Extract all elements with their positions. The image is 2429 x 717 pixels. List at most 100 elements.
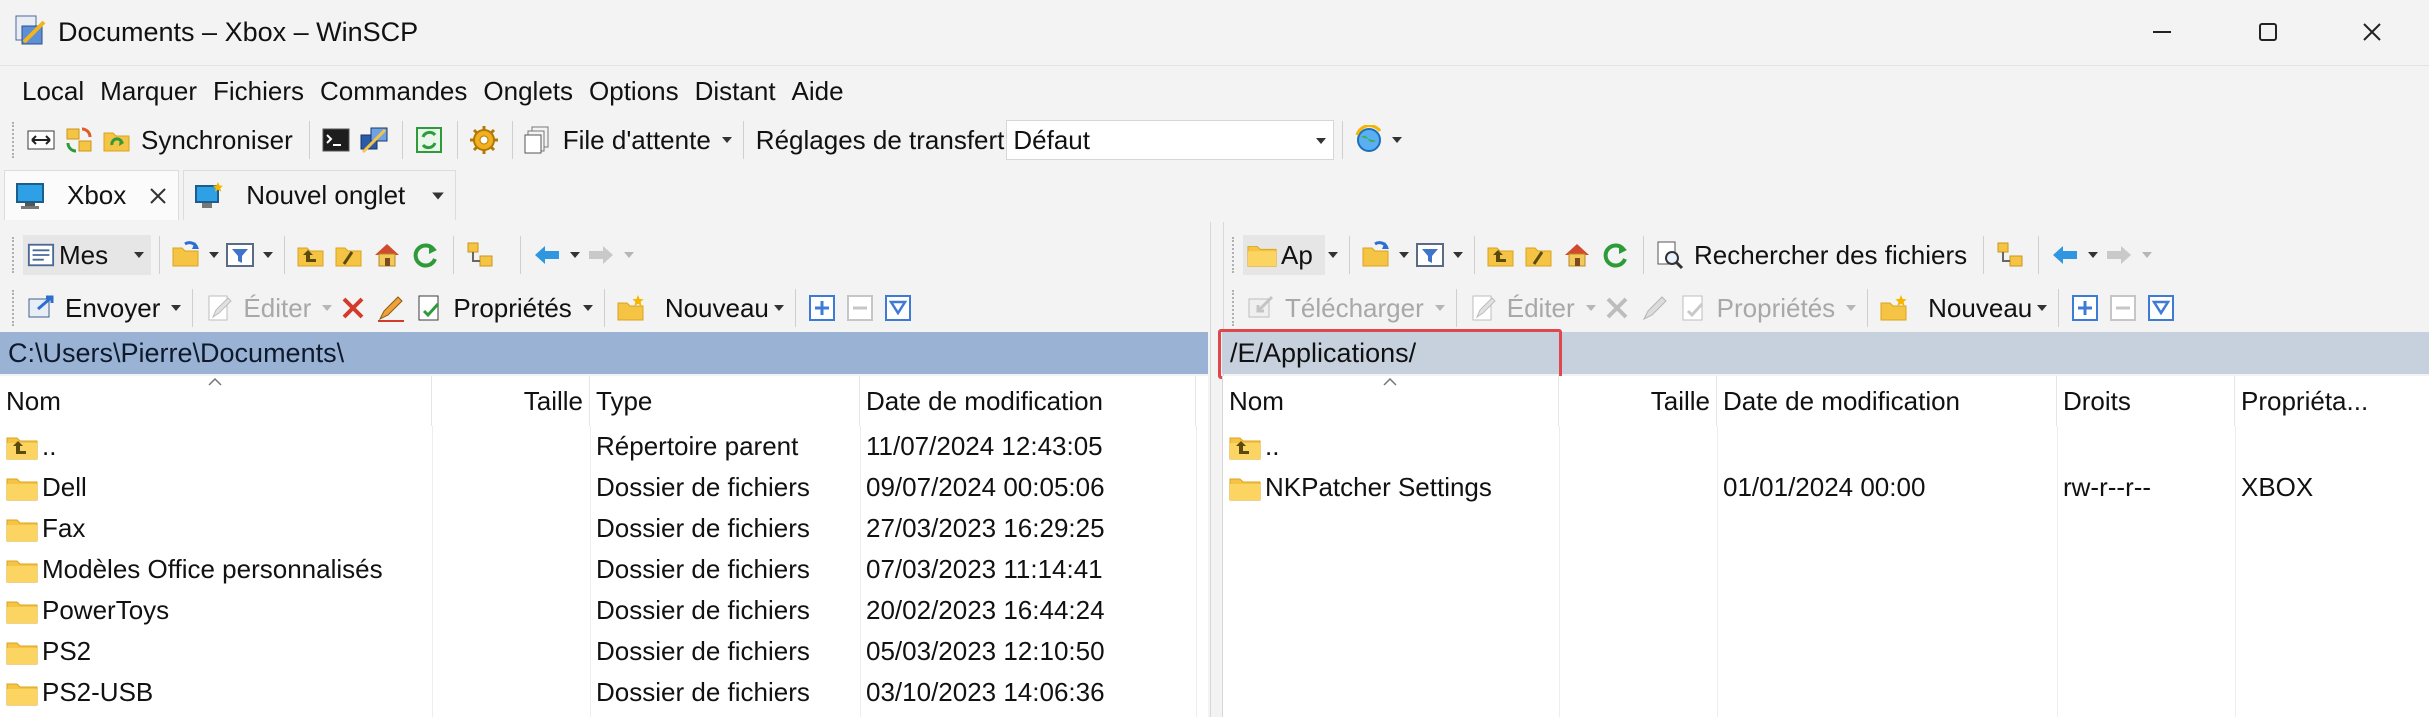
local-new-dropdown[interactable]: [771, 290, 787, 326]
local-refresh-button[interactable]: [407, 237, 443, 273]
local-tree-button[interactable]: [462, 237, 498, 273]
remote-home-button[interactable]: [1559, 237, 1595, 273]
local-select-button[interactable]: [804, 290, 840, 326]
synchronize-browsing-button[interactable]: [61, 122, 97, 158]
remote-location-select[interactable]: Ap: [1243, 235, 1325, 275]
maximize-button[interactable]: [2218, 0, 2318, 64]
local-forward-button[interactable]: [583, 237, 619, 273]
column-size[interactable]: Taille: [1559, 376, 1717, 426]
toolbar-grip[interactable]: [12, 237, 17, 273]
upload-icon-button[interactable]: [23, 290, 59, 326]
upload-button[interactable]: Envoyer: [65, 293, 160, 324]
toolbar-grip[interactable]: [12, 290, 17, 326]
menu-fichiers[interactable]: Fichiers: [205, 70, 312, 112]
compare-directories-button[interactable]: [23, 122, 59, 158]
column-owner[interactable]: Propriéta...: [2235, 376, 2425, 426]
local-location-select[interactable]: Mes: [23, 235, 151, 275]
synchronize-button[interactable]: Synchroniser: [141, 125, 293, 156]
column-modified[interactable]: Date de modification: [860, 376, 1196, 426]
local-open-dropdown[interactable]: [206, 237, 222, 273]
global-options-button[interactable]: [1351, 122, 1387, 158]
remote-file-list[interactable]: Nom Taille Date de modification Droits P…: [1222, 376, 2429, 717]
local-forward-dropdown[interactable]: [621, 237, 637, 273]
column-type[interactable]: Type: [590, 376, 860, 426]
toolbar-grip[interactable]: [1232, 290, 1237, 326]
column-name[interactable]: Nom: [0, 376, 432, 426]
queue-dropdown[interactable]: [719, 122, 735, 158]
remote-location-dropdown[interactable]: [1325, 237, 1341, 273]
local-properties-button[interactable]: Propriétés: [453, 293, 572, 324]
find-files-button[interactable]: Rechercher des fichiers: [1694, 240, 1967, 271]
tab-new[interactable]: Nouvel onglet: [183, 170, 457, 220]
local-file-list[interactable]: Nom Taille Type Date de modification .. R…: [0, 376, 1208, 717]
queue-icon-button[interactable]: [521, 122, 557, 158]
column-name[interactable]: Nom: [1223, 376, 1559, 426]
remote-filter-dropdown[interactable]: [1450, 237, 1466, 273]
remote-tree-button[interactable]: [1992, 237, 2028, 273]
table-row[interactable]: Dell Dossier de fichiers 09/07/2024 00:05:…: [0, 467, 1208, 508]
local-filter-select-button[interactable]: [880, 290, 916, 326]
menu-distant[interactable]: Distant: [687, 70, 784, 112]
local-home-button[interactable]: [369, 237, 405, 273]
global-options-dropdown[interactable]: [1389, 122, 1405, 158]
menu-onglets[interactable]: Onglets: [475, 70, 581, 112]
remote-back-button[interactable]: [2047, 237, 2083, 273]
table-row[interactable]: .. Répertoire parent 11/07/2024 12:43:05: [0, 426, 1208, 467]
table-row[interactable]: Fax Dossier de fichiers 27/03/2023 16:29:2…: [0, 508, 1208, 549]
local-parent-directory-button[interactable]: [293, 237, 329, 273]
column-rights[interactable]: Droits: [2057, 376, 2235, 426]
menu-aide[interactable]: Aide: [784, 70, 852, 112]
remote-open-directory-button[interactable]: [1358, 237, 1394, 273]
column-modified[interactable]: Date de modification: [1717, 376, 2057, 426]
table-row[interactable]: NKPatcher Settings 01/01/2024 00:00 rw-r--…: [1223, 467, 2429, 508]
remote-new-icon-button[interactable]: [1876, 290, 1912, 326]
table-row[interactable]: ..: [1223, 426, 2429, 467]
transfer-preset-select[interactable]: Défaut: [1006, 120, 1335, 160]
local-back-button[interactable]: [529, 237, 565, 273]
find-files-icon-button[interactable]: [1652, 237, 1688, 273]
remote-forward-button[interactable]: [2101, 237, 2137, 273]
queue-button[interactable]: File d'attente: [563, 125, 711, 156]
remote-refresh-button[interactable]: [1597, 237, 1633, 273]
remote-new-button[interactable]: Nouveau: [1928, 293, 2032, 324]
menu-commandes[interactable]: Commandes: [312, 70, 475, 112]
remote-filter-button[interactable]: [1412, 237, 1448, 273]
close-icon[interactable]: [148, 186, 168, 206]
menu-marquer[interactable]: Marquer: [92, 70, 205, 112]
local-root-directory-button[interactable]: [331, 237, 367, 273]
local-new-icon-button[interactable]: [613, 290, 649, 326]
local-open-directory-button[interactable]: [168, 237, 204, 273]
local-filter-button[interactable]: [222, 237, 258, 273]
column-size[interactable]: Taille: [432, 376, 590, 426]
local-new-button[interactable]: Nouveau: [665, 293, 769, 324]
toolbar-grip[interactable]: [12, 122, 17, 158]
menu-local[interactable]: Local: [14, 70, 92, 112]
close-button[interactable]: [2322, 0, 2422, 64]
remote-new-dropdown[interactable]: [2034, 290, 2050, 326]
toolbar-grip[interactable]: [1232, 237, 1237, 273]
table-row[interactable]: Modèles Office personnalisés Dossier de f…: [0, 549, 1208, 590]
open-putty-button[interactable]: [356, 122, 392, 158]
table-row[interactable]: PowerToys Dossier de fichiers 20/02/2023 1…: [0, 590, 1208, 631]
minimize-button[interactable]: [2112, 0, 2212, 64]
local-rename-button[interactable]: [373, 290, 409, 326]
local-properties-dropdown[interactable]: [580, 290, 596, 326]
open-terminal-button[interactable]: [318, 122, 354, 158]
table-row[interactable]: PS2 Dossier de fichiers 05/03/2023 12:10:5…: [0, 631, 1208, 672]
preferences-button[interactable]: [466, 122, 502, 158]
table-row[interactable]: PS2-USB Dossier de fichiers 03/10/2023 14:…: [0, 672, 1208, 713]
remote-filter-select-button[interactable]: [2143, 290, 2179, 326]
local-back-dropdown[interactable]: [567, 237, 583, 273]
menu-options[interactable]: Options: [581, 70, 687, 112]
local-filter-dropdown[interactable]: [260, 237, 276, 273]
upload-dropdown[interactable]: [168, 290, 184, 326]
local-delete-button[interactable]: [335, 290, 371, 326]
remote-parent-directory-button[interactable]: [1483, 237, 1519, 273]
chevron-down-icon[interactable]: [431, 191, 445, 201]
remote-open-dropdown[interactable]: [1396, 237, 1412, 273]
remote-forward-dropdown[interactable]: [2139, 237, 2155, 273]
local-path-bar[interactable]: C:\Users\Pierre\Documents\: [0, 332, 1208, 374]
keep-up-to-date-button[interactable]: [99, 122, 135, 158]
local-properties-icon-button[interactable]: [411, 290, 447, 326]
remote-root-directory-button[interactable]: [1521, 237, 1557, 273]
